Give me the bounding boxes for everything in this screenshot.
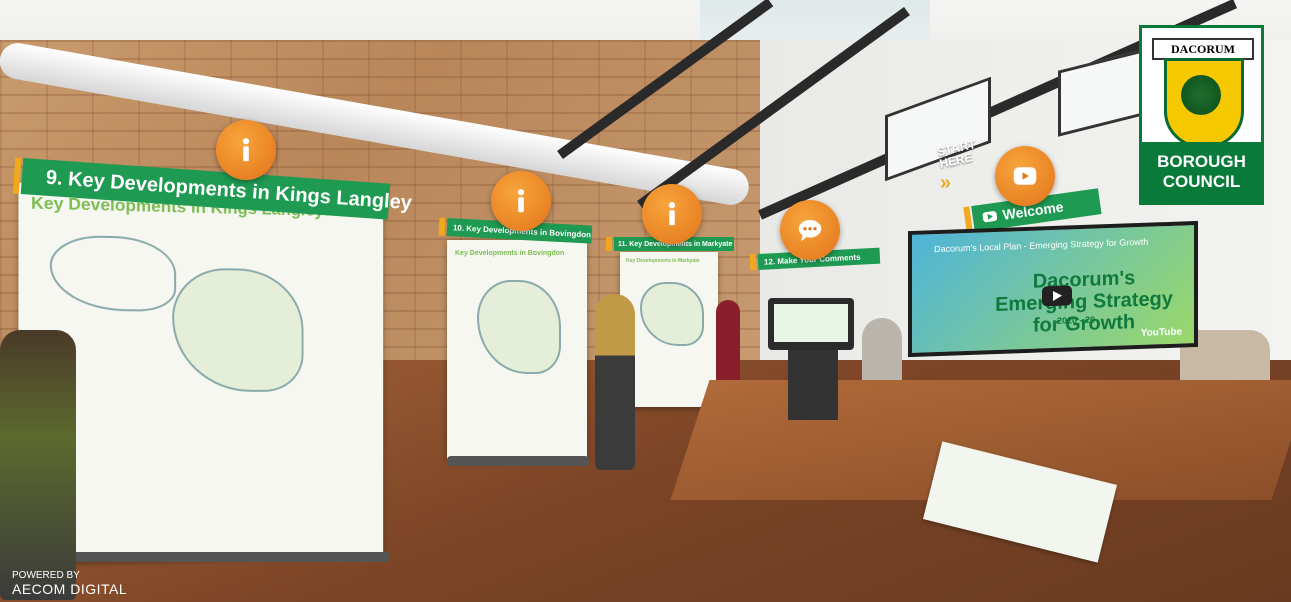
video-screen[interactable]: Dacorum's Local Plan - Emerging Strategy… bbox=[908, 220, 1198, 358]
comments-kiosk[interactable] bbox=[768, 298, 854, 350]
map-graphic bbox=[172, 267, 304, 393]
youtube-icon bbox=[982, 210, 998, 223]
logo-ribbon: DACORUM bbox=[1152, 38, 1254, 60]
visitor-figure bbox=[0, 330, 76, 600]
virtual-exhibition-scene[interactable]: Key Developments in Kings Langley Key De… bbox=[0, 0, 1291, 602]
info-icon bbox=[668, 202, 676, 226]
powered-by-text: POWERED BY bbox=[12, 570, 80, 581]
logo-line-borough: BOROUGH bbox=[1157, 152, 1246, 171]
logo-band: BOROUGH COUNCIL bbox=[1142, 142, 1261, 202]
video-hotspot[interactable] bbox=[995, 146, 1055, 206]
kiosk-screen bbox=[774, 304, 848, 342]
play-button[interactable] bbox=[1042, 285, 1072, 307]
visitor-figure bbox=[595, 294, 635, 470]
stand-base bbox=[60, 552, 390, 562]
comments-hotspot[interactable] bbox=[780, 200, 840, 260]
map-graphic bbox=[477, 280, 561, 374]
display-board-bovingdon[interactable]: Key Developments in Bovingdon bbox=[447, 240, 587, 460]
map-graphic bbox=[49, 234, 177, 312]
info-hotspot-markyate[interactable] bbox=[642, 184, 702, 244]
shield-icon bbox=[1164, 58, 1244, 148]
logo-line-council: COUNCIL bbox=[1162, 172, 1241, 191]
stand-base bbox=[447, 456, 589, 466]
brand-name: AECOM DIGITAL bbox=[12, 581, 128, 597]
info-hotspot-kings-langley[interactable] bbox=[216, 120, 276, 180]
info-hotspot-bovingdon[interactable] bbox=[491, 171, 551, 231]
chevron-right-icon: » bbox=[940, 172, 952, 194]
video-years: 2020 - 20 bbox=[1057, 314, 1096, 326]
youtube-label: YouTube bbox=[1140, 326, 1182, 339]
board-title: Key Developments in Bovingdon bbox=[455, 250, 565, 257]
board-title: Key Developments in Markyate bbox=[626, 258, 700, 264]
video-header: Dacorum's Local Plan - Emerging Strategy… bbox=[934, 236, 1149, 255]
play-video-icon bbox=[1013, 167, 1037, 185]
powered-by-label: POWERED BY AECOM DIGITAL bbox=[12, 570, 127, 597]
info-icon bbox=[242, 138, 250, 162]
chat-bubble-icon bbox=[798, 220, 822, 242]
dacorum-borough-council-logo: DACORUM BOROUGH COUNCIL bbox=[1139, 25, 1264, 205]
map-graphic bbox=[640, 282, 704, 346]
kiosk-stand bbox=[788, 350, 838, 420]
info-icon bbox=[517, 189, 525, 213]
